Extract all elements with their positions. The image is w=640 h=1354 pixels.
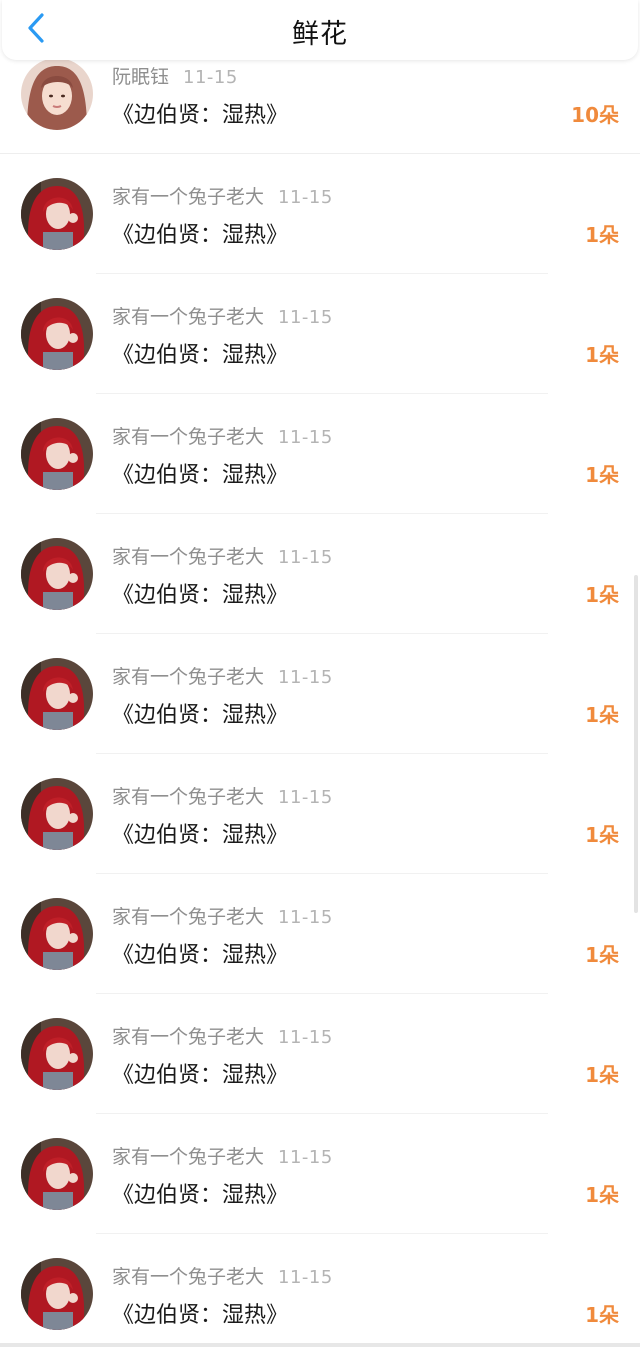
flower-count: 10朵 <box>571 103 619 127</box>
flower-count: 1朵 <box>585 223 619 247</box>
timestamp: 11-15 <box>278 427 333 448</box>
avatar[interactable] <box>21 538 93 610</box>
list-item[interactable]: 家有一个兔子老大 11-15 《边伯贤：湿热》 1朵 <box>0 274 640 394</box>
timestamp: 11-15 <box>278 1027 333 1048</box>
flower-count: 1朵 <box>585 823 619 847</box>
user-name[interactable]: 家有一个兔子老大 <box>112 666 264 688</box>
list-item[interactable]: 家有一个兔子老大 11-15 《边伯贤：湿热》 1朵 <box>0 754 640 874</box>
timestamp: 11-15 <box>278 187 333 208</box>
avatar[interactable] <box>21 898 93 970</box>
work-title[interactable]: 《边伯贤：湿热》 <box>112 337 288 369</box>
list-item[interactable]: 家有一个兔子老大 11-15 《边伯贤：湿热》 1朵 <box>0 1234 640 1354</box>
flower-count: 1朵 <box>585 343 619 367</box>
avatar[interactable] <box>21 1018 93 1090</box>
avatar[interactable] <box>21 1258 93 1330</box>
list-item[interactable]: 家有一个兔子老大 11-15 《边伯贤：湿热》 1朵 <box>0 514 640 634</box>
avatar[interactable] <box>21 178 93 250</box>
list-item[interactable]: 家有一个兔子老大 11-15 《边伯贤：湿热》 1朵 <box>0 874 640 994</box>
flower-count: 1朵 <box>585 1303 619 1327</box>
scrollbar[interactable] <box>634 575 638 913</box>
list-item[interactable]: 家有一个兔子老大 11-15 《边伯贤：湿热》 1朵 <box>0 1114 640 1234</box>
work-title[interactable]: 《边伯贤：湿热》 <box>112 217 288 249</box>
work-title[interactable]: 《边伯贤：湿热》 <box>112 457 288 489</box>
user-name[interactable]: 家有一个兔子老大 <box>112 546 264 568</box>
flower-list: 阮眠钰 11-15 《边伯贤：湿热》 10朵 家有一个兔子老大 11-15 《边伯贤… <box>0 32 640 1354</box>
work-title[interactable]: 《边伯贤：湿热》 <box>112 1057 288 1089</box>
user-name[interactable]: 阮眠钰 <box>112 66 169 88</box>
timestamp: 11-15 <box>183 67 238 88</box>
list-item[interactable]: 家有一个兔子老大 11-15 《边伯贤：湿热》 1朵 <box>0 394 640 514</box>
timestamp: 11-15 <box>278 547 333 568</box>
user-name[interactable]: 家有一个兔子老大 <box>112 306 264 328</box>
user-name[interactable]: 家有一个兔子老大 <box>112 786 264 808</box>
work-title[interactable]: 《边伯贤：湿热》 <box>112 937 288 969</box>
timestamp: 11-15 <box>278 1267 333 1288</box>
timestamp: 11-15 <box>278 1147 333 1168</box>
work-title[interactable]: 《边伯贤：湿热》 <box>112 97 288 129</box>
list-item[interactable]: 家有一个兔子老大 11-15 《边伯贤：湿热》 1朵 <box>0 994 640 1114</box>
user-name[interactable]: 家有一个兔子老大 <box>112 1146 264 1168</box>
flower-count: 1朵 <box>585 583 619 607</box>
page-title: 鲜花 <box>292 19 348 50</box>
user-name[interactable]: 家有一个兔子老大 <box>112 426 264 448</box>
flower-count: 1朵 <box>585 1063 619 1087</box>
list-item[interactable]: 家有一个兔子老大 11-15 《边伯贤：湿热》 1朵 <box>0 634 640 754</box>
work-title[interactable]: 《边伯贤：湿热》 <box>112 817 288 849</box>
timestamp: 11-15 <box>278 307 333 328</box>
avatar[interactable] <box>21 1138 93 1210</box>
work-title[interactable]: 《边伯贤：湿热》 <box>112 1297 288 1329</box>
timestamp: 11-15 <box>278 787 333 808</box>
timestamp: 11-15 <box>278 667 333 688</box>
user-name[interactable]: 家有一个兔子老大 <box>112 1266 264 1288</box>
avatar[interactable] <box>21 778 93 850</box>
timestamp: 11-15 <box>278 907 333 928</box>
user-name[interactable]: 家有一个兔子老大 <box>112 186 264 208</box>
user-name[interactable]: 家有一个兔子老大 <box>112 1026 264 1048</box>
avatar[interactable] <box>21 418 93 490</box>
flower-count: 1朵 <box>585 703 619 727</box>
bottom-divider <box>0 1343 640 1347</box>
list-item[interactable]: 家有一个兔子老大 11-15 《边伯贤：湿热》 1朵 <box>0 154 640 274</box>
work-title[interactable]: 《边伯贤：湿热》 <box>112 1177 288 1209</box>
avatar[interactable] <box>21 58 93 130</box>
user-name[interactable]: 家有一个兔子老大 <box>112 906 264 928</box>
avatar[interactable] <box>21 298 93 370</box>
flower-count: 1朵 <box>585 1183 619 1207</box>
flower-count: 1朵 <box>585 463 619 487</box>
nav-header: 鲜花 <box>2 0 638 60</box>
flower-count: 1朵 <box>585 943 619 967</box>
avatar[interactable] <box>21 658 93 730</box>
work-title[interactable]: 《边伯贤：湿热》 <box>112 577 288 609</box>
work-title[interactable]: 《边伯贤：湿热》 <box>112 697 288 729</box>
